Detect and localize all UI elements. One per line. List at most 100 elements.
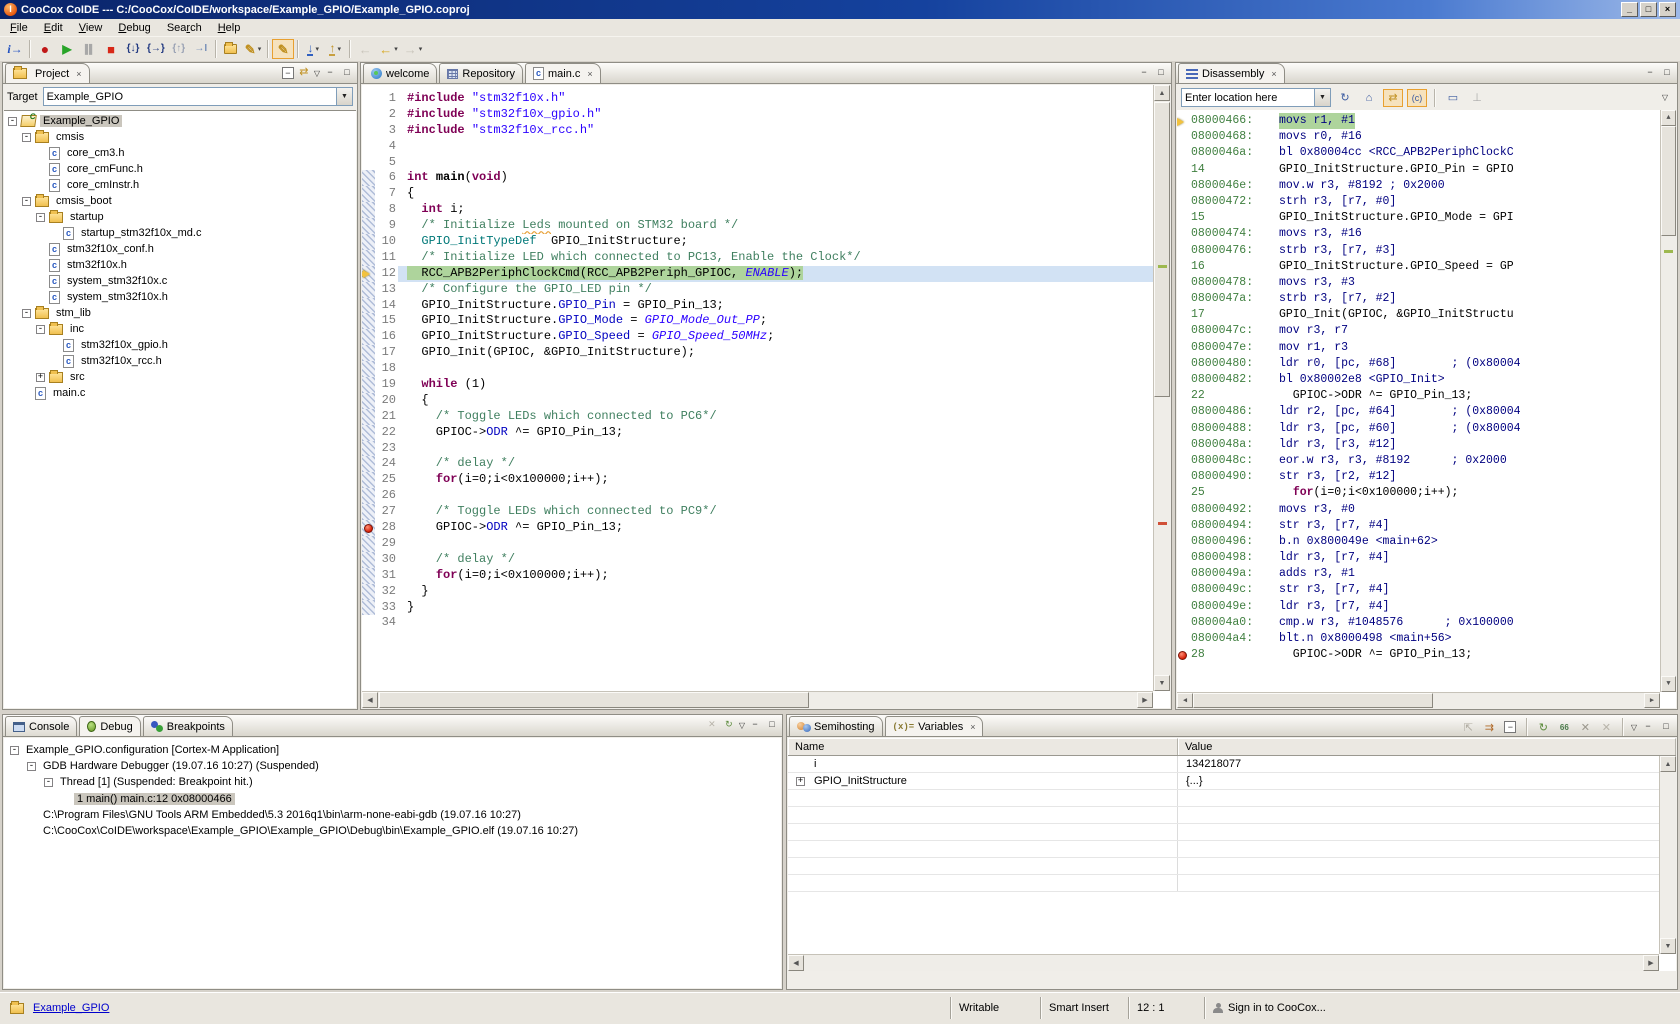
reset-icon[interactable]: ●	[34, 39, 56, 59]
chevron-down-icon[interactable]: ▾	[258, 45, 262, 53]
code-line[interactable]: 21 /* Toggle LEDs which connected to PC6…	[362, 408, 1153, 425]
debug-launch-tree[interactable]: - Example_GPIO.configuration [Cortex-M Ap…	[4, 738, 781, 988]
project-tree-item[interactable]: system_stm32f10x.h	[4, 289, 356, 305]
project-tree-item[interactable]: stm32f10x_gpio.h	[4, 337, 356, 353]
editor-gutter-marker[interactable]	[362, 91, 375, 107]
maximize-view-icon[interactable]: □	[765, 718, 779, 732]
scroll-right-icon[interactable]: ▶	[1137, 692, 1153, 708]
chevron-down-icon[interactable]: ▾	[419, 45, 423, 53]
start-debug-icon[interactable]: ▶	[56, 39, 78, 59]
editor-gutter-marker[interactable]	[362, 583, 375, 600]
editor-gutter-marker[interactable]	[362, 472, 375, 489]
variables-horizontal-scrollbar[interactable]: ◀ ▶	[788, 954, 1659, 971]
program-verify-icon[interactable]: ↑ ▾	[324, 39, 346, 59]
minimize-view-icon[interactable]: −	[748, 718, 762, 732]
editor-horizontal-scrollbar[interactable]: ◀ ▶	[362, 691, 1153, 708]
target-combo[interactable]: Example_GPIO ▼	[42, 87, 353, 106]
open-new-view-icon[interactable]: ▭	[1443, 89, 1463, 107]
menu-help[interactable]: Help	[210, 21, 249, 35]
disassembly-gutter[interactable]	[1177, 372, 1191, 388]
code-text[interactable]: {	[398, 393, 1153, 409]
add-global-variables-icon[interactable]: ⇉	[1481, 719, 1498, 735]
code-line[interactable]: 14 GPIO_InitStructure.GPIO_Pin = GPIO_Pi…	[362, 297, 1153, 314]
highlight-icon[interactable]: ✎	[272, 39, 295, 59]
disassembly-row[interactable]: 15 GPIO_InitStructure.GPIO_Mode = GPI	[1177, 210, 1660, 226]
code-line[interactable]: 13 /* Configure the GPIO_LED pin */	[362, 281, 1153, 298]
disassembly-row[interactable]: 08000466: movs r1, #1	[1177, 113, 1660, 130]
remove-terminated-icon[interactable]: ✕	[705, 718, 719, 732]
project-tree-item[interactable]: - cmsis_boot	[4, 193, 356, 209]
code-line[interactable]: 27 /* Toggle LEDs which connected to PC9…	[362, 504, 1153, 521]
collapse-expander-icon[interactable]: -	[36, 324, 45, 334]
scroll-up-icon[interactable]: ▲	[1660, 756, 1676, 772]
project-tree-item[interactable]: + src	[4, 369, 356, 385]
project-tree-item[interactable]: startup_stm32f10x_md.c	[4, 225, 356, 241]
code-text[interactable]: for(i=0;i<0x100000;i++);	[398, 568, 1153, 584]
disassembly-row[interactable]: 080004a0: cmp.w r3, #1048576 ; 0x100000	[1177, 615, 1660, 631]
forward-disabled-icon[interactable]: → ▾	[401, 39, 426, 59]
code-line[interactable]: 29	[362, 535, 1153, 552]
code-text[interactable]: /* Toggle LEDs which connected to PC6*/	[398, 409, 1153, 425]
tab-disassembly[interactable]: Disassembly ×	[1178, 63, 1285, 83]
code-text[interactable]: {	[398, 186, 1153, 202]
code-text[interactable]: #include "stm32f10x_rcc.h"	[398, 123, 1153, 139]
disassembly-gutter[interactable]	[1177, 453, 1191, 469]
project-tree-item[interactable]: - startup	[4, 209, 356, 225]
disassembly-row[interactable]: 080004a4: blt.n 0x8000498 <main+56>	[1177, 631, 1660, 647]
code-text[interactable]: /* Initialize LED which connected to PC1…	[398, 250, 1153, 266]
disassembly-gutter[interactable]	[1177, 615, 1191, 631]
disassembly-row[interactable]: 08000476: strb r3, [r7, #3]	[1177, 243, 1660, 259]
empty-variable-row[interactable]	[788, 807, 1676, 824]
code-text[interactable]	[398, 139, 1153, 155]
editor-gutter-marker[interactable]	[362, 345, 375, 362]
disassembly-gutter[interactable]	[1177, 129, 1191, 145]
collapse-expander-icon[interactable]: -	[36, 212, 45, 222]
disassembly-gutter[interactable]	[1177, 356, 1191, 372]
code-line[interactable]: 26	[362, 488, 1153, 505]
editor-gutter-marker[interactable]	[362, 456, 375, 473]
link-with-editor-icon[interactable]: ⇄	[297, 66, 311, 80]
collapse-all-icon[interactable]: −	[281, 67, 294, 79]
disassembly-gutter[interactable]	[1177, 566, 1191, 582]
disassembly-gutter[interactable]	[1177, 307, 1191, 323]
tab-project[interactable]: Project ×	[5, 63, 90, 83]
project-tree-item[interactable]: stm32f10x_rcc.h	[4, 353, 356, 369]
code-text[interactable]: int main(void)	[398, 170, 1153, 186]
debug-tree-item[interactable]: - Thread [1] (Suspended: Breakpoint hit.)	[4, 774, 781, 790]
disassembly-row[interactable]: 08000494: str r3, [r7, #4]	[1177, 518, 1660, 534]
disassembly-row[interactable]: 08000472: strh r3, [r7, #0]	[1177, 194, 1660, 210]
code-line[interactable]: 18	[362, 361, 1153, 378]
editor-gutter-marker[interactable]	[362, 202, 375, 219]
code-line[interactable]: 9 /* Initialize Leds mounted on STM32 bo…	[362, 218, 1153, 235]
tab-console[interactable]: Console	[5, 716, 78, 736]
run-to-cursor-icon[interactable]: →I	[190, 39, 212, 59]
variable-name-cell[interactable]: + GPIO_InitStructure	[788, 773, 1178, 789]
variables-table[interactable]: i 134218077 + GPIO_InitStructure {...}	[788, 756, 1676, 892]
column-header-name[interactable]: Name	[788, 738, 1178, 755]
disassembly-gutter[interactable]	[1177, 162, 1191, 178]
code-line[interactable]: 32 }	[362, 583, 1153, 600]
maximize-window-button[interactable]: □	[1640, 2, 1657, 17]
close-icon[interactable]: ×	[1271, 69, 1276, 79]
code-text[interactable]	[398, 536, 1153, 552]
code-line[interactable]: 6 int main(void)	[362, 170, 1153, 187]
empty-variable-row[interactable]	[788, 790, 1676, 807]
maximize-view-icon[interactable]: □	[1154, 66, 1168, 80]
variable-row[interactable]: + GPIO_InitStructure {...}	[788, 773, 1676, 790]
disassembly-gutter[interactable]	[1177, 437, 1191, 453]
project-tree-item[interactable]: stm32f10x_conf.h	[4, 241, 356, 257]
empty-variable-row[interactable]	[788, 841, 1676, 858]
disassembly-gutter[interactable]	[1177, 502, 1191, 518]
editor-vertical-scrollbar[interactable]: ▲ ▼	[1153, 85, 1170, 691]
disassembly-gutter[interactable]	[1177, 388, 1191, 404]
tab-variables[interactable]: (x)= Variables ×	[884, 716, 984, 736]
current-line-ruler-mark[interactable]	[1158, 265, 1167, 268]
code-line[interactable]: 3 #include "stm32f10x_rcc.h"	[362, 123, 1153, 139]
collapse-expander-icon[interactable]: -	[8, 116, 17, 126]
editor-gutter-marker[interactable]	[362, 599, 375, 616]
empty-variable-row[interactable]	[788, 875, 1676, 892]
disassembly-gutter[interactable]	[1177, 469, 1191, 485]
scroll-down-icon[interactable]: ▼	[1154, 675, 1170, 691]
scroll-down-icon[interactable]: ▼	[1661, 676, 1676, 692]
code-line[interactable]: 11 /* Initialize LED which connected to …	[362, 249, 1153, 266]
